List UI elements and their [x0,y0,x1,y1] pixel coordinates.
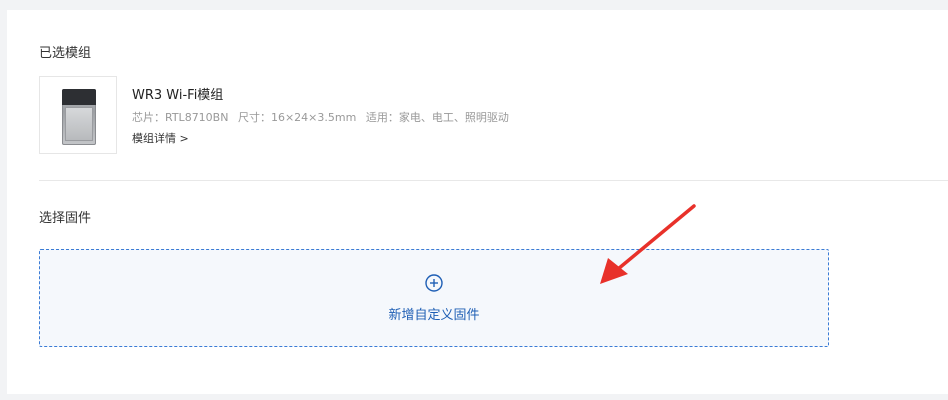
module-chip-graphic [62,89,96,145]
firmware-section-title: 选择固件 [39,211,92,226]
plus-circle-icon [425,274,443,292]
module-usage-spec: 适用：家电、电工、照明驱动 [365,111,509,124]
module-image [39,76,117,154]
module-specs: 芯片：RTL8710BN 尺寸：16×24×3.5mm 适用：家电、电工、照明驱… [132,109,515,125]
add-custom-firmware-button[interactable]: 新增自定义固件 [39,249,829,347]
section-divider [39,180,948,181]
selected-module-title: 已选模组 [39,46,92,61]
module-size-spec: 尺寸：16×24×3.5mm [237,111,357,124]
add-custom-firmware-label: 新增自定义固件 [388,308,480,323]
module-details-link[interactable]: 模组详情 > [132,130,189,146]
content-card: 已选模组 WR3 Wi-Fi模组 芯片：RTL8710BN 尺寸：16×24×3… [7,10,948,394]
module-chip-spec: 芯片：RTL8710BN [132,111,229,124]
module-name: WR3 Wi-Fi模组 [132,88,224,103]
